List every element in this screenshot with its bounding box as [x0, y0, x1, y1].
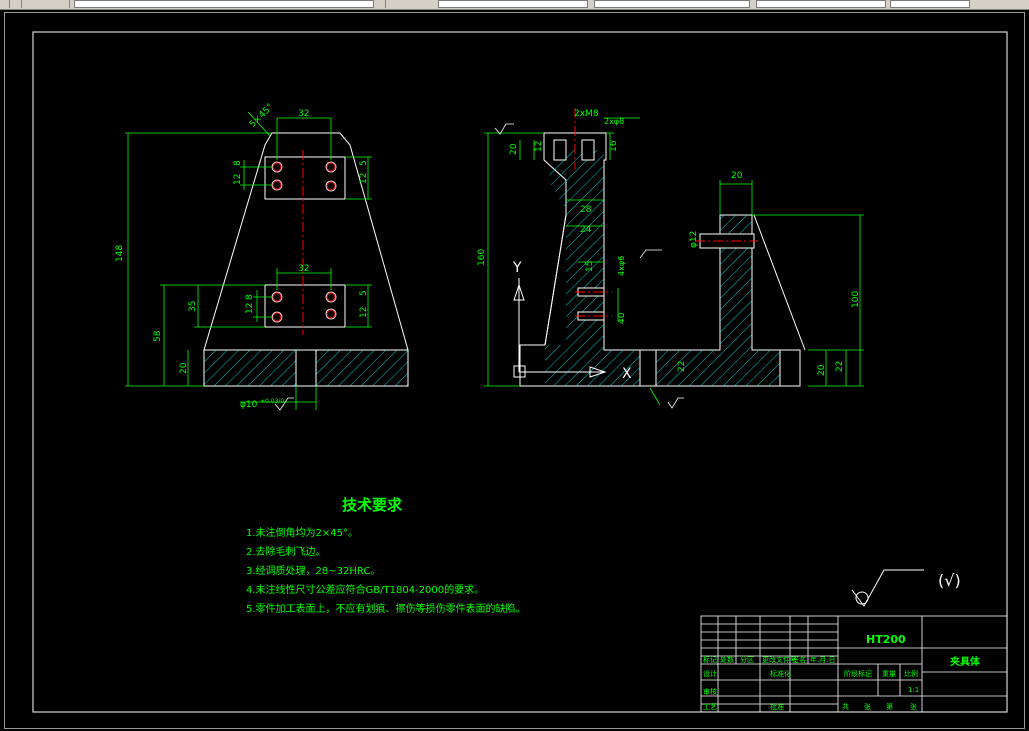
dim-thread-mid: 4xφ6 — [617, 256, 626, 276]
tech-item-2: 2.去除毛刺飞边。 — [246, 545, 326, 558]
lbl-stage: 阶段标记 — [844, 669, 872, 678]
dim-160: 160 — [477, 249, 487, 266]
dim-24: 24 — [580, 225, 592, 235]
dim-15: 15 — [585, 261, 595, 272]
dim-12-top: 12 — [233, 174, 243, 185]
general-roughness-symbol — [851, 569, 924, 607]
lbl-process: 工艺 — [703, 703, 717, 711]
dim-20-top: 20 — [731, 171, 743, 181]
tech-item-5: 5.零件加工表面上，不应有划痕、擦伤等损伤零件表面的缺陷。 — [246, 602, 526, 615]
dim-40: 40 — [617, 312, 627, 324]
dim-12-left: 12 — [534, 141, 544, 152]
dim-20-left: 20 — [509, 143, 519, 155]
lbl-weight: 重量 — [882, 670, 896, 678]
left-view — [203, 132, 409, 387]
dim-width-top: 32 — [298, 109, 309, 119]
material: HT200 — [866, 633, 906, 646]
dim-100: 100 — [851, 291, 861, 308]
lbl-sign: 签名 — [792, 655, 806, 664]
lbl-sheet2: 张 — [910, 702, 917, 711]
axis-y-label: Y — [512, 260, 522, 276]
tech-item-1: 1.未注倒角均为2×45°。 — [246, 526, 358, 539]
dim-phi12: φ12 — [689, 231, 699, 248]
dim-12-right-bottom: 12 — [359, 307, 369, 318]
tech-item-4: 4.未注线性尺寸公差应符合GB/T1804-2000的要求。 — [246, 583, 484, 596]
dim-20-right: 20 — [817, 364, 827, 376]
dim-thread: 2xM8 — [574, 109, 599, 119]
axis-x-label: X — [622, 366, 632, 382]
lbl-total: 共 — [842, 702, 849, 711]
dim-hole: 2xφ8 — [604, 117, 624, 126]
right-dim-text: 2xM8 2xφ8 20 12 16 160 28 24 15 4xφ6 40 … — [477, 109, 861, 376]
lbl-ratio: 比例 — [904, 669, 918, 678]
tech-requirements: 技术要求 1.未注倒角均为2×45°。 2.去除毛刺飞边。 3.经调质处理，28… — [246, 496, 526, 615]
dim-height-58: 58 — [153, 330, 163, 342]
lbl-date: 年.月.日 — [810, 655, 835, 664]
left-base-bore — [295, 349, 317, 387]
dim-height-35: 35 — [188, 301, 198, 312]
dim-5-top: 5 — [359, 160, 369, 166]
dim-12-bottom: 12 — [245, 303, 255, 314]
dim-8-top: 8 — [233, 160, 243, 166]
dim-16: 16 — [609, 140, 619, 152]
dim-5-bottom: 5 — [359, 290, 369, 296]
dim-22: 22 — [835, 361, 845, 372]
right-rib-line — [753, 214, 806, 351]
cad-drawing[interactable]: 32 32 5×45° 148 58 20 35 12 8 12 8 5 12 … — [0, 0, 1029, 731]
dim-12-right: 12 — [359, 173, 369, 184]
roughness-symbol-text: (√) — [938, 571, 961, 590]
dim-height-20: 20 — [179, 362, 189, 374]
part-name: 夹具体 — [950, 655, 981, 668]
right-rib-line-2 — [544, 214, 567, 346]
lbl-design: 设计 — [703, 669, 717, 678]
lbl-count: 处数 — [720, 655, 734, 664]
lbl-approve: 批准 — [770, 702, 784, 711]
dim-28: 28 — [580, 205, 592, 215]
lbl-zone: 分区 — [740, 655, 754, 664]
dim-8-bottom: 8 — [245, 294, 255, 300]
tol-bore: +0.03/0 — [260, 398, 284, 405]
tech-item-3: 3.经调质处理，28~32HRC。 — [246, 564, 380, 577]
lbl-std: 标准化 — [770, 669, 791, 678]
dim-22-left: 22 — [677, 361, 687, 372]
lbl-mark: 标记 — [703, 655, 717, 664]
right-hatch — [545, 150, 800, 386]
dim-height-total: 148 — [115, 245, 125, 262]
left-hole-outlines — [271, 161, 337, 323]
lbl-page: 第 — [886, 702, 893, 711]
dim-bore: φ10 — [240, 400, 258, 410]
lbl-sheet: 张 — [864, 702, 871, 711]
scale: 1:1 — [908, 686, 919, 694]
lbl-review: 审核 — [703, 687, 717, 696]
dim-width-bottom: 32 — [298, 264, 309, 274]
tech-title: 技术要求 — [342, 496, 403, 514]
